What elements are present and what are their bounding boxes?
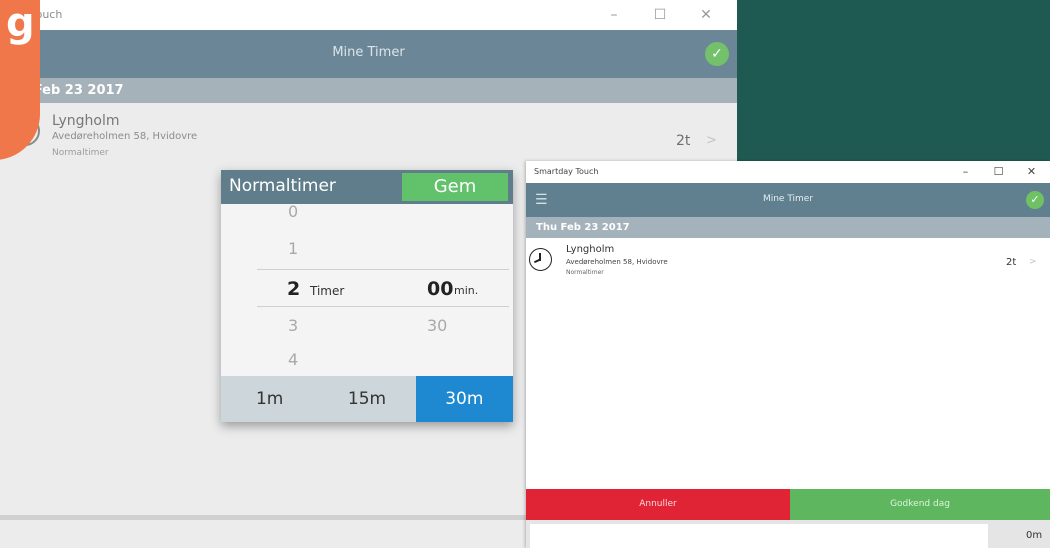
date-bar: Thu Feb 23 2017 <box>526 217 1050 238</box>
entry-address: Avedøreholmen 58, Hvidovre <box>566 258 668 266</box>
back-time-entry[interactable]: Lyngholm Avedøreholmen 58, Hvidovre Norm… <box>0 103 737 168</box>
window-titlebar: Smartday Touch – ☐ ✕ <box>526 161 1050 183</box>
minimize-button[interactable]: – <box>591 4 637 26</box>
close-button[interactable]: ✕ <box>683 4 729 26</box>
hour-option[interactable]: 0 <box>288 202 298 221</box>
footer-bar: 0m <box>526 520 1050 548</box>
picker-title: Normaltimer <box>229 176 336 196</box>
hours-picker-dialog: Normaltimer Gem 0 1 2 Timer 00 min. 3 30… <box>221 170 513 422</box>
brand-badge: g <box>0 0 40 160</box>
minimize-button[interactable]: – <box>949 163 982 181</box>
maximize-button[interactable]: ☐ <box>637 4 683 26</box>
total-time: 0m <box>1026 530 1043 541</box>
back-window-controls: – ☐ ✕ <box>591 4 729 26</box>
hour-option[interactable]: 4 <box>288 350 298 369</box>
picker-header: Normaltimer Gem <box>221 170 513 204</box>
header-title: Mine Timer <box>762 194 814 204</box>
entry-type: Normaltimer <box>566 269 604 276</box>
minutes-unit-label: min. <box>454 284 479 297</box>
entry-address: Avedøreholmen 58, Hvidovre <box>52 131 198 142</box>
chevron-right-icon: > <box>706 133 717 148</box>
entry-type: Normaltimer <box>52 148 109 158</box>
entry-hours: 2t <box>676 133 691 149</box>
clock-icon <box>529 248 552 271</box>
selected-minutes[interactable]: 00 <box>427 278 453 300</box>
close-button[interactable]: ✕ <box>1015 163 1048 181</box>
step-15m-button[interactable]: 15m <box>318 376 415 422</box>
selection-line-bottom <box>257 306 509 307</box>
window-controls: – ☐ ✕ <box>949 163 1048 181</box>
entry-name: Lyngholm <box>52 113 120 129</box>
smartday-app-window: Smartday Touch – ☐ ✕ ☰ Mine Timer ✓ Thu … <box>526 161 1050 548</box>
entry-hours: 2t <box>1006 257 1017 268</box>
step-selector: 1m 15m 30m <box>221 376 513 422</box>
chevron-right-icon: > <box>1029 257 1037 267</box>
back-app-header: Mine Timer ✓ <box>0 30 737 78</box>
app-header: ☰ Mine Timer ✓ <box>526 183 1050 217</box>
back-window-titlebar: ay Touch – ☐ ✕ <box>0 0 737 30</box>
window-title: Smartday Touch <box>534 167 599 176</box>
hour-option[interactable]: 1 <box>288 239 298 258</box>
save-button[interactable]: Gem <box>402 173 508 201</box>
entry-name: Lyngholm <box>566 244 615 255</box>
approve-check-icon[interactable]: ✓ <box>705 42 729 66</box>
time-entry-row[interactable]: Lyngholm Avedøreholmen 58, Hvidovre Norm… <box>526 238 1050 288</box>
back-header-title: Mine Timer <box>332 45 405 60</box>
hour-option[interactable]: 3 <box>288 316 298 335</box>
maximize-button[interactable]: ☐ <box>982 163 1015 181</box>
note-input[interactable] <box>530 524 988 548</box>
approve-day-button[interactable]: Godkend dag <box>790 489 1050 520</box>
approve-check-icon[interactable]: ✓ <box>1026 191 1044 209</box>
step-1m-button[interactable]: 1m <box>221 376 318 422</box>
minute-option[interactable]: 30 <box>427 316 447 335</box>
cancel-button[interactable]: Annuller <box>526 489 790 520</box>
back-date-bar: u Feb 23 2017 <box>0 78 737 103</box>
selected-hours[interactable]: 2 <box>287 278 300 300</box>
hours-unit-label: Timer <box>310 284 345 298</box>
selection-line-top <box>257 269 509 270</box>
badge-letter: g <box>6 0 35 46</box>
step-30m-button[interactable]: 30m <box>415 376 513 422</box>
